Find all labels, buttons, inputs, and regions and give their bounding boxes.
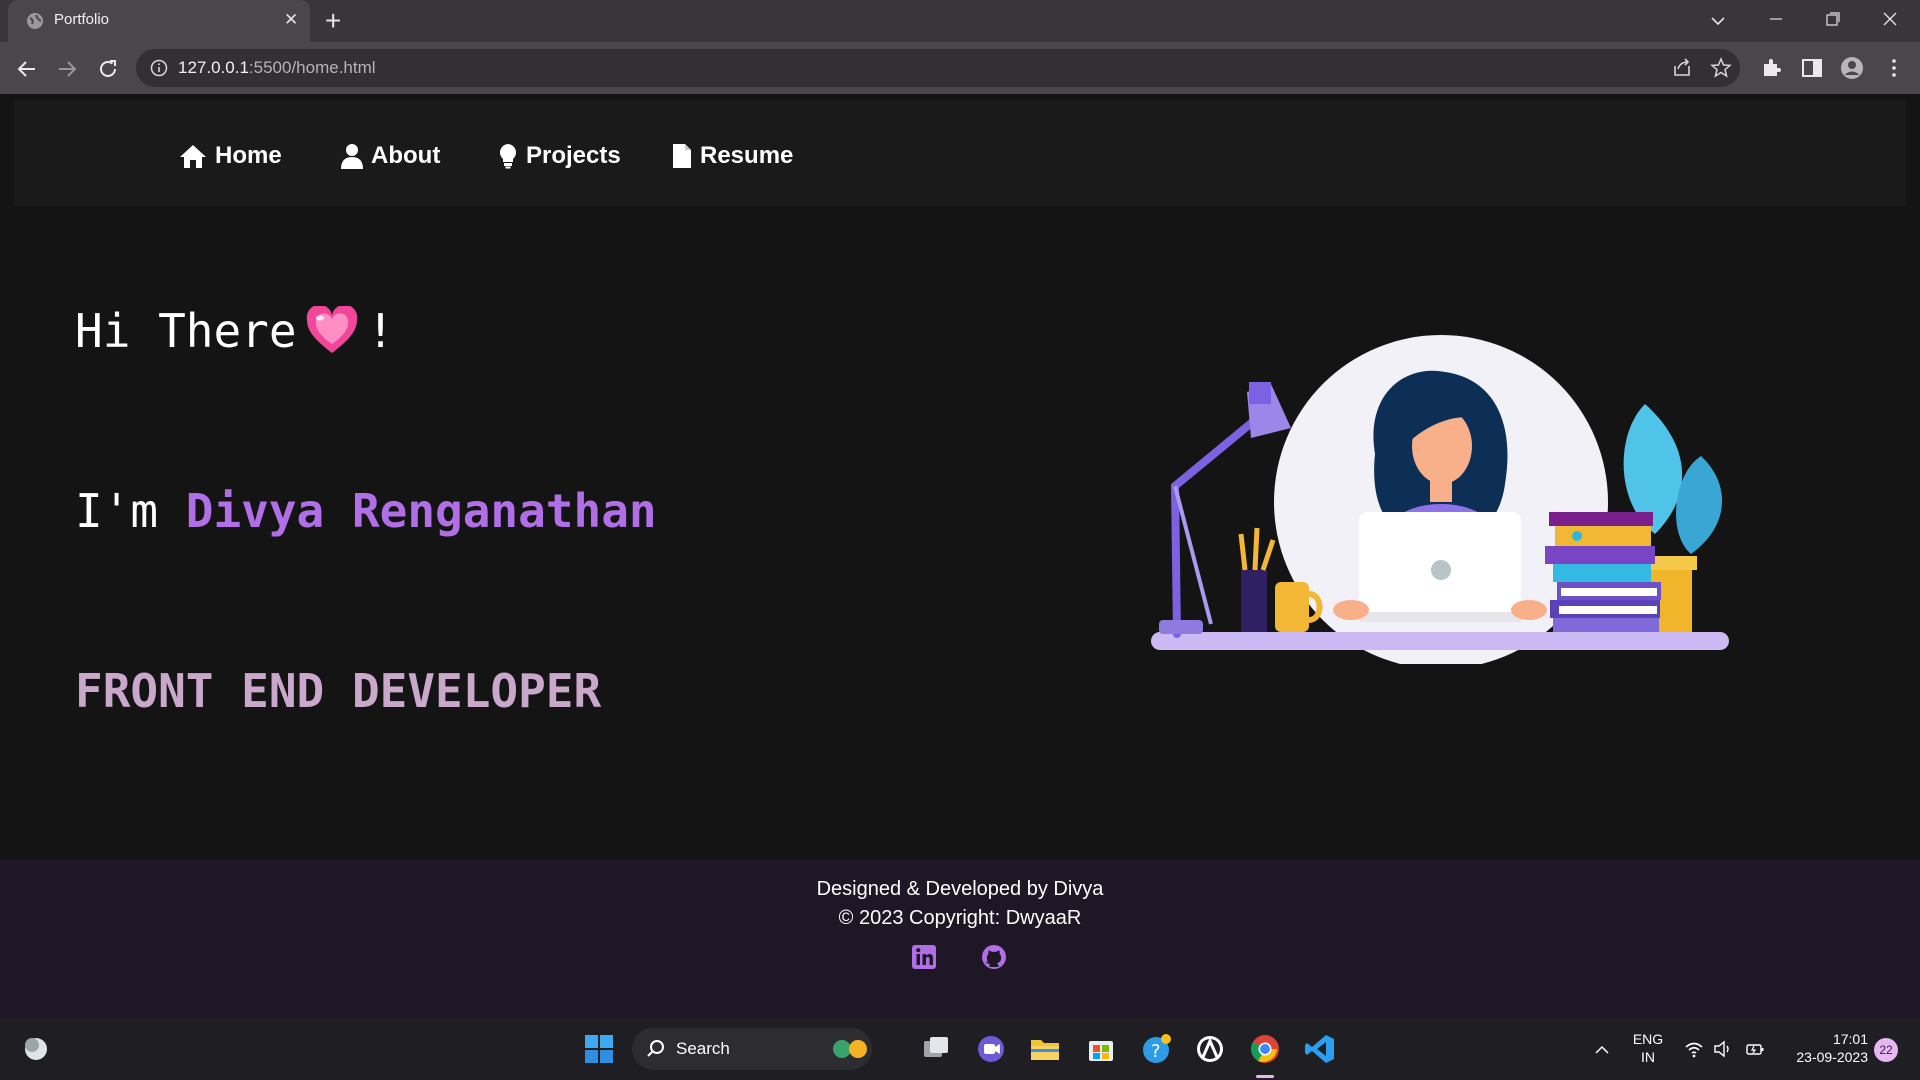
heart-emoji-icon (306, 306, 357, 353)
microsoft-store-icon[interactable] (1085, 1033, 1117, 1065)
teams-chat-icon[interactable] (975, 1033, 1007, 1065)
chrome-icon[interactable] (1249, 1033, 1281, 1065)
user-icon (341, 144, 363, 169)
tab-close-icon[interactable]: ✕ (284, 10, 298, 30)
site-info-icon[interactable] (150, 59, 168, 77)
notification-badge[interactable]: 22 (1874, 1038, 1898, 1062)
footer-credit: Designed & Developed by Divya (816, 878, 1104, 900)
windows-taskbar: Search ? ENG IN 17:01 23-09-2023 22 (0, 1018, 1920, 1080)
restore-icon[interactable] (1805, 0, 1861, 42)
side-panel-icon[interactable] (1800, 56, 1824, 80)
wifi-icon[interactable] (1684, 1040, 1704, 1058)
search-label: Search (676, 1039, 730, 1058)
bookmark-star-icon[interactable] (1709, 56, 1733, 80)
site-navbar: Home About Projects Resume (14, 100, 1906, 206)
nav-home-label: Home (215, 142, 282, 169)
new-tab-button[interactable]: + (325, 5, 341, 37)
help-app-icon[interactable]: ? (1140, 1033, 1172, 1065)
browser-toolbar: 127.0.0.1:5500/home.html (0, 42, 1920, 94)
volume-icon[interactable] (1713, 1040, 1733, 1058)
clock-time: 17:01 (1832, 1031, 1868, 1047)
browser-menu-icon[interactable] (1882, 56, 1906, 80)
globe-icon (27, 13, 43, 29)
greeting-text: Hi There (75, 304, 297, 358)
footer-copyright: © 2023 Copyright: DwyaaR (838, 907, 1082, 929)
address-bar[interactable]: 127.0.0.1:5500/home.html (136, 49, 1740, 87)
region-code: IN (1641, 1049, 1655, 1065)
nav-projects-link[interactable]: Projects (498, 142, 621, 170)
greeting-end: ! (366, 304, 395, 358)
desk-illustration (1151, 335, 1729, 664)
svg-text:?: ? (1151, 1041, 1161, 1062)
linkedin-icon[interactable] (910, 943, 938, 971)
url-host: 127.0.0.1 (178, 58, 249, 77)
language-indicator[interactable]: ENG IN (1628, 1030, 1668, 1066)
taskbar-search[interactable]: Search (632, 1028, 872, 1070)
minimize-icon[interactable] (1748, 0, 1804, 42)
file-explorer-icon[interactable] (1029, 1033, 1061, 1065)
chrome-active-indicator (1256, 1075, 1274, 1078)
vscode-icon[interactable] (1304, 1033, 1336, 1065)
portfolio-page: Home About Projects Resume Hi There ! I'… (0, 94, 1920, 1018)
intro-text: I'm (75, 484, 186, 538)
back-icon[interactable] (15, 57, 39, 81)
forward-icon[interactable] (55, 57, 79, 81)
tab-search-icon[interactable] (1710, 13, 1726, 29)
weather-icon[interactable] (20, 1033, 52, 1065)
nav-resume-link[interactable]: Resume (672, 142, 793, 170)
hero-greeting: Hi There ! (75, 304, 394, 358)
developer-name: Divya Renganathan (185, 484, 657, 538)
hero-intro: I'm Divya Renganathan (75, 484, 657, 538)
github-icon[interactable] (980, 943, 1008, 971)
home-icon (180, 145, 206, 168)
search-icon (647, 1040, 664, 1057)
nav-about-link[interactable]: About (341, 142, 440, 170)
extensions-icon[interactable] (1760, 56, 1784, 80)
url-path: :5500/home.html (248, 58, 376, 77)
nav-resume-label: Resume (700, 142, 794, 169)
nav-about-label: About (371, 142, 441, 169)
clock[interactable]: 17:01 23-09-2023 (1778, 1030, 1868, 1066)
clock-date: 23-09-2023 (1796, 1049, 1868, 1065)
hero-role: FRONT END DEVELOPER (75, 664, 602, 718)
lightbulb-icon (499, 144, 517, 169)
nav-home-link[interactable]: Home (179, 142, 282, 170)
close-window-icon[interactable] (1862, 0, 1918, 42)
app-circle-icon[interactable] (1194, 1033, 1226, 1065)
nav-projects-label: Projects (526, 142, 621, 169)
site-footer: Designed & Developed by Divya © 2023 Cop… (0, 860, 1920, 1018)
url-text: 127.0.0.1:5500/home.html (178, 58, 376, 78)
share-icon[interactable] (1670, 56, 1694, 80)
profile-avatar-icon[interactable] (1840, 56, 1864, 80)
search-highlight-icon (833, 1040, 867, 1058)
browser-tab-bar: Portfolio ✕ + (0, 0, 1920, 42)
task-view-icon[interactable] (920, 1033, 952, 1065)
tab-title: Portfolio (54, 11, 110, 28)
language-code: ENG (1632, 1031, 1664, 1047)
reload-icon[interactable] (96, 57, 120, 81)
file-icon (673, 144, 691, 168)
windows-start-icon[interactable] (583, 1033, 615, 1065)
show-hidden-icons-chevron-icon[interactable] (1594, 1042, 1610, 1058)
browser-tab[interactable]: Portfolio ✕ (8, 0, 310, 42)
battery-icon[interactable] (1745, 1040, 1765, 1058)
